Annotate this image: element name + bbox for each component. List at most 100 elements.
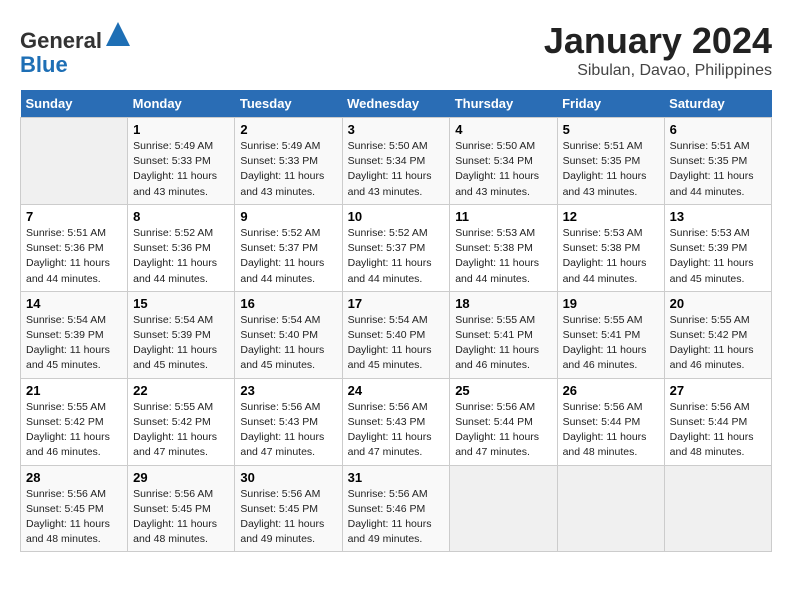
day-number: 29 [133, 470, 229, 485]
day-cell: 31 Sunrise: 5:56 AM Sunset: 5:46 PM Dayli… [342, 465, 450, 552]
day-cell: 9Sunrise: 5:52 AM Sunset: 5:37 PM Daylig… [235, 204, 342, 291]
day-cell: 29 Sunrise: 5:56 AM Sunset: 5:45 PM Dayli… [128, 465, 235, 552]
day-cell: 12 Sunrise: 5:53 AM Sunset: 5:38 PM Dayli… [557, 204, 664, 291]
day-info: Sunrise: 5:51 AM Sunset: 5:35 PM Dayligh… [563, 139, 659, 200]
day-number: 13 [670, 209, 766, 224]
day-cell: 18 Sunrise: 5:55 AM Sunset: 5:41 PM Dayli… [450, 291, 557, 378]
day-info: Sunrise: 5:56 AM Sunset: 5:43 PM Dayligh… [348, 400, 445, 461]
day-cell: 1Sunrise: 5:49 AM Sunset: 5:33 PM Daylig… [128, 118, 235, 205]
week-row-1: 1Sunrise: 5:49 AM Sunset: 5:33 PM Daylig… [21, 118, 772, 205]
day-cell [21, 118, 128, 205]
day-number: 17 [348, 296, 445, 311]
day-number: 11 [455, 209, 551, 224]
day-number: 25 [455, 383, 551, 398]
day-number: 15 [133, 296, 229, 311]
day-info: Sunrise: 5:53 AM Sunset: 5:38 PM Dayligh… [455, 226, 551, 287]
day-info: Sunrise: 5:53 AM Sunset: 5:39 PM Dayligh… [670, 226, 766, 287]
day-info: Sunrise: 5:55 AM Sunset: 5:41 PM Dayligh… [455, 313, 551, 374]
week-row-4: 21 Sunrise: 5:55 AM Sunset: 5:42 PM Dayli… [21, 378, 772, 465]
day-number: 2 [240, 122, 336, 137]
day-info: Sunrise: 5:56 AM Sunset: 5:44 PM Dayligh… [670, 400, 766, 461]
weekday-wednesday: Wednesday [342, 90, 450, 118]
day-number: 6 [670, 122, 766, 137]
day-number: 31 [348, 470, 445, 485]
day-info: Sunrise: 5:53 AM Sunset: 5:38 PM Dayligh… [563, 226, 659, 287]
logo-icon [104, 20, 132, 48]
weekday-tuesday: Tuesday [235, 90, 342, 118]
logo: General Blue [20, 20, 132, 77]
day-number: 18 [455, 296, 551, 311]
calendar-table: SundayMondayTuesdayWednesdayThursdayFrid… [20, 90, 772, 552]
day-cell: 26 Sunrise: 5:56 AM Sunset: 5:44 PM Dayli… [557, 378, 664, 465]
day-info: Sunrise: 5:49 AM Sunset: 5:33 PM Dayligh… [240, 139, 336, 200]
weekday-friday: Friday [557, 90, 664, 118]
day-info: Sunrise: 5:52 AM Sunset: 5:37 PM Dayligh… [348, 226, 445, 287]
day-info: Sunrise: 5:50 AM Sunset: 5:34 PM Dayligh… [455, 139, 551, 200]
month-title: January 2024 [544, 20, 772, 62]
week-row-3: 14Sunrise: 5:54 AM Sunset: 5:39 PM Dayli… [21, 291, 772, 378]
day-cell: 11 Sunrise: 5:53 AM Sunset: 5:38 PM Dayli… [450, 204, 557, 291]
day-number: 4 [455, 122, 551, 137]
day-cell: 3 Sunrise: 5:50 AM Sunset: 5:34 PM Daylig… [342, 118, 450, 205]
day-info: Sunrise: 5:56 AM Sunset: 5:45 PM Dayligh… [240, 487, 336, 548]
day-cell: 23Sunrise: 5:56 AM Sunset: 5:43 PM Dayli… [235, 378, 342, 465]
day-cell: 27 Sunrise: 5:56 AM Sunset: 5:44 PM Dayli… [664, 378, 771, 465]
day-number: 16 [240, 296, 336, 311]
day-cell [450, 465, 557, 552]
day-number: 30 [240, 470, 336, 485]
day-info: Sunrise: 5:54 AM Sunset: 5:40 PM Dayligh… [240, 313, 336, 374]
day-cell: 6 Sunrise: 5:51 AM Sunset: 5:35 PM Daylig… [664, 118, 771, 205]
day-cell: 30 Sunrise: 5:56 AM Sunset: 5:45 PM Dayli… [235, 465, 342, 552]
day-number: 19 [563, 296, 659, 311]
day-cell: 13 Sunrise: 5:53 AM Sunset: 5:39 PM Dayli… [664, 204, 771, 291]
day-info: Sunrise: 5:54 AM Sunset: 5:39 PM Dayligh… [133, 313, 229, 374]
day-cell: 28 Sunrise: 5:56 AM Sunset: 5:45 PM Dayli… [21, 465, 128, 552]
day-number: 27 [670, 383, 766, 398]
day-info: Sunrise: 5:54 AM Sunset: 5:40 PM Dayligh… [348, 313, 445, 374]
day-info: Sunrise: 5:55 AM Sunset: 5:42 PM Dayligh… [26, 400, 122, 461]
day-number: 26 [563, 383, 659, 398]
day-info: Sunrise: 5:55 AM Sunset: 5:41 PM Dayligh… [563, 313, 659, 374]
day-number: 10 [348, 209, 445, 224]
day-cell: 10 Sunrise: 5:52 AM Sunset: 5:37 PM Dayli… [342, 204, 450, 291]
day-cell: 16 Sunrise: 5:54 AM Sunset: 5:40 PM Dayli… [235, 291, 342, 378]
day-number: 3 [348, 122, 445, 137]
day-info: Sunrise: 5:49 AM Sunset: 5:33 PM Dayligh… [133, 139, 229, 200]
day-cell [664, 465, 771, 552]
day-info: Sunrise: 5:51 AM Sunset: 5:35 PM Dayligh… [670, 139, 766, 200]
day-info: Sunrise: 5:56 AM Sunset: 5:44 PM Dayligh… [563, 400, 659, 461]
calendar-body: 1Sunrise: 5:49 AM Sunset: 5:33 PM Daylig… [21, 118, 772, 552]
day-cell: 19 Sunrise: 5:55 AM Sunset: 5:41 PM Dayli… [557, 291, 664, 378]
day-info: Sunrise: 5:51 AM Sunset: 5:36 PM Dayligh… [26, 226, 122, 287]
day-number: 24 [348, 383, 445, 398]
day-info: Sunrise: 5:52 AM Sunset: 5:36 PM Dayligh… [133, 226, 229, 287]
page-header: General Blue January 2024 Sibulan, Davao… [20, 20, 772, 80]
title-block: January 2024 Sibulan, Davao, Philippines [544, 20, 772, 80]
day-cell: 25Sunrise: 5:56 AM Sunset: 5:44 PM Dayli… [450, 378, 557, 465]
logo-blue: Blue [20, 52, 68, 77]
day-number: 22 [133, 383, 229, 398]
day-number: 28 [26, 470, 122, 485]
day-number: 21 [26, 383, 122, 398]
weekday-header-row: SundayMondayTuesdayWednesdayThursdayFrid… [21, 90, 772, 118]
day-info: Sunrise: 5:52 AM Sunset: 5:37 PM Dayligh… [240, 226, 336, 287]
day-cell: 7 Sunrise: 5:51 AM Sunset: 5:36 PM Daylig… [21, 204, 128, 291]
day-cell: 8Sunrise: 5:52 AM Sunset: 5:36 PM Daylig… [128, 204, 235, 291]
day-info: Sunrise: 5:56 AM Sunset: 5:45 PM Dayligh… [133, 487, 229, 548]
day-cell: 17 Sunrise: 5:54 AM Sunset: 5:40 PM Dayli… [342, 291, 450, 378]
weekday-thursday: Thursday [450, 90, 557, 118]
day-info: Sunrise: 5:56 AM Sunset: 5:46 PM Dayligh… [348, 487, 445, 548]
day-cell [557, 465, 664, 552]
day-info: Sunrise: 5:55 AM Sunset: 5:42 PM Dayligh… [133, 400, 229, 461]
day-info: Sunrise: 5:56 AM Sunset: 5:45 PM Dayligh… [26, 487, 122, 548]
day-info: Sunrise: 5:50 AM Sunset: 5:34 PM Dayligh… [348, 139, 445, 200]
day-number: 7 [26, 209, 122, 224]
day-cell: 22 Sunrise: 5:55 AM Sunset: 5:42 PM Dayli… [128, 378, 235, 465]
day-number: 20 [670, 296, 766, 311]
day-cell: 2 Sunrise: 5:49 AM Sunset: 5:33 PM Daylig… [235, 118, 342, 205]
day-cell: 14Sunrise: 5:54 AM Sunset: 5:39 PM Dayli… [21, 291, 128, 378]
day-cell: 24 Sunrise: 5:56 AM Sunset: 5:43 PM Dayli… [342, 378, 450, 465]
weekday-saturday: Saturday [664, 90, 771, 118]
day-number: 12 [563, 209, 659, 224]
day-number: 5 [563, 122, 659, 137]
